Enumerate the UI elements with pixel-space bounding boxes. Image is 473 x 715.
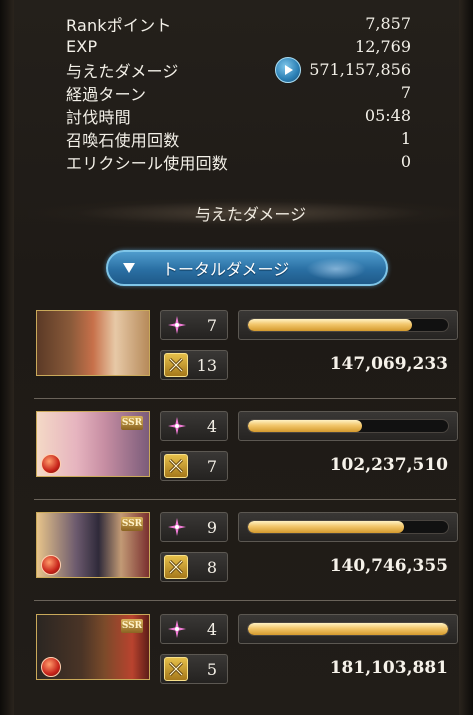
ougi-count: 13 [196, 355, 217, 375]
ougi-icon [164, 555, 188, 579]
damage-bar [238, 512, 458, 542]
stat-value: 05:48 [364, 106, 411, 125]
stat-row-damage: 与えたダメージ 571,157,856 [66, 56, 411, 83]
sparkle-decoration [306, 258, 366, 280]
damage-bar [238, 310, 458, 340]
play-icon[interactable] [275, 56, 302, 83]
ougi-count: 8 [206, 557, 217, 577]
character-row: 7 13 147,069,233 [34, 310, 458, 399]
ougi-count: 7 [206, 456, 217, 476]
row-divider [34, 600, 456, 601]
fire-element-icon [41, 555, 61, 575]
damage-bar-track [247, 520, 449, 534]
damage-bar-fill [248, 420, 362, 432]
damage-bar-track [247, 419, 449, 433]
skill-star-icon [164, 514, 190, 540]
skill-count: 9 [206, 517, 217, 537]
fire-element-icon [41, 657, 61, 677]
ssr-badge: SSR [121, 517, 143, 531]
skill-count-badge: 7 [160, 310, 228, 340]
ougi-count: 5 [206, 659, 217, 679]
stat-row-time: 討伐時間 05:48 [66, 104, 411, 127]
stat-row-exp: EXP 12,769 [66, 35, 411, 58]
skill-count: 7 [206, 315, 217, 335]
ougi-count-badge: 8 [160, 552, 228, 582]
stat-label: EXP [66, 37, 98, 56]
character-portrait[interactable]: SSR [36, 411, 150, 477]
ougi-count-badge: 13 [160, 350, 228, 380]
character-portrait[interactable] [36, 310, 150, 376]
damage-bar-fill [248, 319, 412, 331]
skill-star-icon [164, 616, 190, 642]
character-row: SSR 4 5 181,103,881 [36, 614, 458, 694]
damage-bar-track [247, 318, 449, 332]
stat-row-turns: 経過ターン 7 [66, 81, 411, 104]
stat-value: 7,857 [365, 14, 411, 33]
damage-bar [238, 411, 458, 441]
section-title: 与えたダメージ [28, 198, 473, 228]
ougi-count-badge: 7 [160, 451, 228, 481]
ougi-icon [164, 657, 188, 681]
dropdown-label: トータルダメージ [162, 260, 290, 279]
stat-row-elixir-uses: エリクシール使用回数 0 [66, 150, 411, 173]
damage-bar [238, 614, 458, 644]
damage-type-dropdown[interactable]: トータルダメージ [106, 250, 388, 286]
character-portrait[interactable]: SSR [36, 512, 150, 578]
character-row: SSR 9 8 140,746,355 [34, 512, 458, 601]
stat-label: 経過ターン [66, 84, 147, 104]
stat-label: 与えたダメージ [66, 61, 179, 81]
character-row: SSR 4 7 102,237,510 [34, 411, 458, 500]
damage-bar-fill [248, 521, 404, 533]
ssr-badge: SSR [121, 619, 143, 633]
stat-value: 12,769 [355, 37, 411, 56]
ougi-count-badge: 5 [160, 654, 228, 684]
damage-value: 140,746,355 [329, 556, 448, 576]
skill-star-icon [164, 312, 190, 338]
ssr-badge: SSR [121, 416, 143, 430]
stat-label: 召喚石使用回数 [66, 130, 180, 150]
stat-value: 0 [400, 152, 411, 171]
skill-count-badge: 4 [160, 614, 228, 644]
ougi-icon [164, 454, 188, 478]
skill-count-badge: 9 [160, 512, 228, 542]
fire-element-icon [41, 454, 61, 474]
stat-label: エリクシール使用回数 [66, 153, 229, 173]
stat-row-summon-uses: 召喚石使用回数 1 [66, 127, 411, 150]
chevron-down-icon [123, 263, 135, 273]
ougi-icon [164, 353, 188, 377]
damage-value: 181,103,881 [329, 658, 448, 678]
battle-stats: Rankポイント 7,857 EXP 12,769 与えたダメージ 571,15… [66, 12, 411, 173]
damage-value: 147,069,233 [329, 354, 448, 374]
damage-bar-track [247, 622, 449, 636]
stat-value: 1 [400, 129, 411, 148]
stat-label: Rankポイント [66, 15, 172, 35]
row-divider [34, 499, 456, 500]
results-panel: Rankポイント 7,857 EXP 12,769 与えたダメージ 571,15… [0, 0, 473, 715]
damage-value: 102,237,510 [329, 455, 448, 475]
row-divider [34, 398, 456, 399]
section-title-text: 与えたダメージ [194, 205, 307, 224]
skill-star-icon [164, 413, 190, 439]
skill-count-badge: 4 [160, 411, 228, 441]
skill-count: 4 [206, 619, 217, 639]
stat-value-damage: 571,157,856 [275, 56, 411, 83]
damage-bar-fill [248, 623, 448, 635]
character-portrait[interactable]: SSR [36, 614, 150, 680]
damage-total-value: 571,157,856 [309, 60, 411, 79]
skill-count: 4 [206, 416, 217, 436]
stat-row-rank-points: Rankポイント 7,857 [66, 12, 411, 35]
stat-value: 7 [400, 83, 411, 102]
stat-label: 討伐時間 [66, 107, 131, 127]
